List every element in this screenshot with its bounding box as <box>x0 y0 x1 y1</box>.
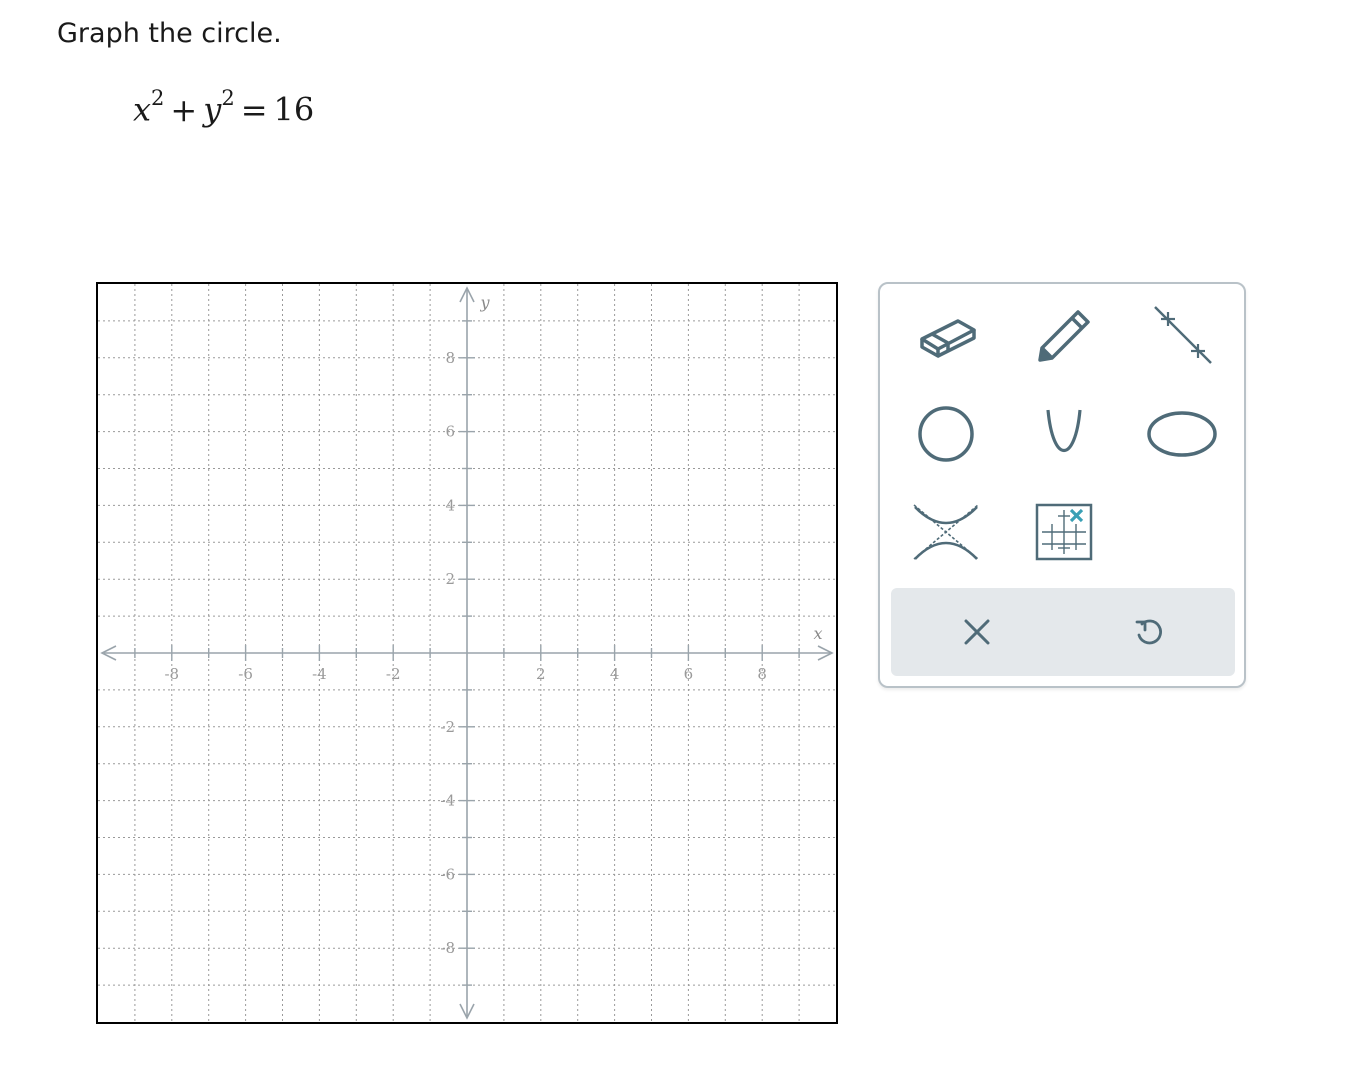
y-tick-label: -2 <box>440 718 455 736</box>
line-icon <box>1154 306 1212 364</box>
grid-point-icon <box>1035 503 1093 561</box>
undo-icon <box>1135 619 1162 645</box>
y-tick-label: 6 <box>445 423 455 441</box>
y-tick-label: -8 <box>440 939 455 957</box>
hyperbola-icon <box>913 504 979 560</box>
equation-y-exponent: 2 <box>221 86 235 110</box>
undo-button[interactable] <box>1119 602 1179 662</box>
equation-plus: + <box>170 90 198 129</box>
ellipse-icon <box>1147 411 1217 457</box>
circle-equation: x2 + y2 = 16 <box>133 86 315 129</box>
graph-canvas[interactable]: -8 -6 -4 -2 2 4 6 8 8 6 4 2 -2 -4 -6 -8 x y <box>96 282 838 1024</box>
x-tick-label: 4 <box>610 665 620 683</box>
y-tick-label: -4 <box>440 792 455 810</box>
eraser-icon <box>920 319 976 358</box>
x-axis-label: x <box>813 624 822 643</box>
x-tick-label: -4 <box>312 665 327 683</box>
x-tick-label: 8 <box>757 665 767 683</box>
x-tick-label: 6 <box>684 665 694 683</box>
ellipse-tool[interactable] <box>1138 394 1226 474</box>
y-tick-label: -6 <box>440 865 455 883</box>
clear-button[interactable] <box>947 602 1007 662</box>
point-tool[interactable] <box>1020 492 1108 572</box>
parabola-tool[interactable] <box>1020 394 1108 474</box>
x-tick-label: -2 <box>386 665 401 683</box>
coordinate-plane[interactable]: -8 -6 -4 -2 2 4 6 8 8 6 4 2 -2 -4 -6 -8 x y <box>98 284 836 1022</box>
x-tick-label: -6 <box>238 665 253 683</box>
y-tick-label: 8 <box>445 349 455 367</box>
pencil-icon <box>1038 310 1090 362</box>
graphing-toolbox <box>878 282 1246 688</box>
action-bar <box>891 588 1235 676</box>
x-tick-label: -8 <box>164 665 179 683</box>
y-tick-label: 2 <box>445 570 455 588</box>
close-icon <box>964 619 990 645</box>
parabola-icon <box>1046 409 1082 453</box>
hyperbola-tool[interactable] <box>902 492 990 572</box>
eraser-tool[interactable] <box>902 294 990 374</box>
equation-y: y <box>203 90 222 129</box>
pencil-tool[interactable] <box>1020 294 1108 374</box>
equation-x-exponent: 2 <box>151 86 165 110</box>
line-tool[interactable] <box>1138 294 1226 374</box>
equation-rhs: 16 <box>273 90 315 129</box>
y-axis-label: y <box>479 293 490 312</box>
circle-icon <box>918 406 974 462</box>
equation-equals: = <box>240 90 268 129</box>
equation-x: x <box>133 90 152 129</box>
x-tick-label: 2 <box>536 665 546 683</box>
question-prompt: Graph the circle. <box>57 18 282 49</box>
y-tick-label: 4 <box>445 496 455 514</box>
circle-tool[interactable] <box>902 394 990 474</box>
